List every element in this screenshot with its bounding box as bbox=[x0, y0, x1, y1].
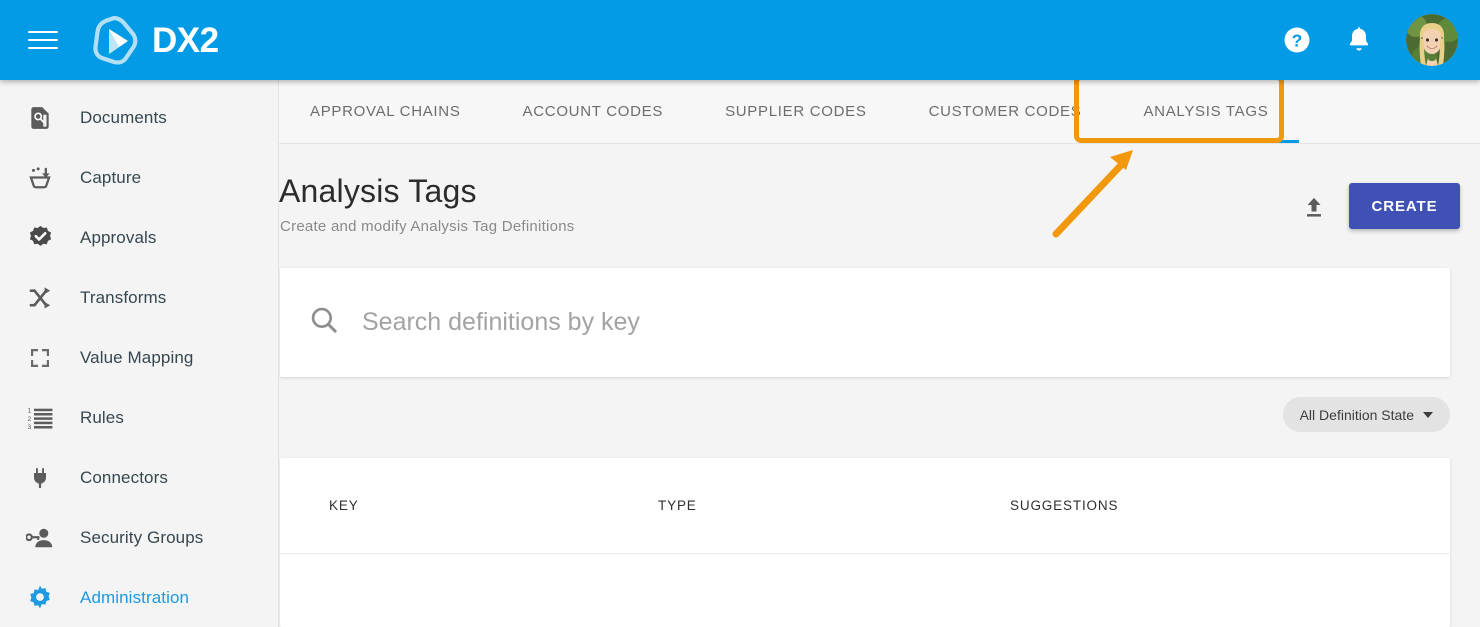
create-button[interactable]: CREATE bbox=[1349, 183, 1460, 229]
avatar-image bbox=[1406, 14, 1458, 66]
svg-text:?: ? bbox=[1292, 30, 1303, 50]
numbered-list-icon: 1 2 3 bbox=[24, 402, 56, 434]
dx2-logo-icon bbox=[88, 14, 140, 66]
hamburger-bar bbox=[28, 39, 58, 41]
tab-label: CUSTOMER CODES bbox=[929, 103, 1082, 120]
column-header-key[interactable]: KEY bbox=[302, 498, 658, 513]
brand-logo[interactable]: DX2 bbox=[88, 14, 219, 66]
search-icon bbox=[308, 304, 340, 341]
sidebar-item-label: Transforms bbox=[80, 288, 166, 308]
bell-icon[interactable] bbox=[1345, 25, 1373, 55]
compress-arrows-icon bbox=[24, 342, 56, 374]
sidebar-item-rules[interactable]: 1 2 3 Rules bbox=[0, 388, 278, 448]
tab-analysis-tags[interactable]: ANALYSIS TAGS bbox=[1112, 80, 1299, 143]
page-header: Analysis Tags Create and modify Analysis… bbox=[279, 144, 1480, 269]
hamburger-bar bbox=[28, 31, 58, 33]
sidebar-item-administration[interactable]: Administration bbox=[0, 568, 278, 627]
sidebar-item-label: Documents bbox=[80, 108, 167, 128]
tab-label: ANALYSIS TAGS bbox=[1143, 103, 1268, 120]
hamburger-menu-icon[interactable] bbox=[28, 27, 62, 53]
sidebar-item-transforms[interactable]: Transforms bbox=[0, 268, 278, 328]
capture-tray-icon bbox=[24, 162, 56, 194]
sidebar-item-connectors[interactable]: Connectors bbox=[0, 448, 278, 508]
filter-row: All Definition State bbox=[279, 397, 1450, 447]
key-person-icon bbox=[24, 522, 56, 554]
app-header: DX2 ? bbox=[0, 0, 1480, 80]
header-actions: ? bbox=[1282, 14, 1458, 66]
page-subtitle: Create and modify Analysis Tag Definitio… bbox=[280, 218, 575, 235]
definitions-table: KEY TYPE SUGGESTIONS bbox=[280, 458, 1450, 627]
table-header-row: KEY TYPE SUGGESTIONS bbox=[280, 458, 1450, 554]
tab-supplier-codes[interactable]: SUPPLIER CODES bbox=[694, 80, 898, 143]
svg-text:2: 2 bbox=[27, 416, 31, 423]
sidebar-item-capture[interactable]: Capture bbox=[0, 148, 278, 208]
tab-label: ACCOUNT CODES bbox=[523, 103, 664, 120]
sidebar-item-approvals[interactable]: Approvals bbox=[0, 208, 278, 268]
tab-customer-codes[interactable]: CUSTOMER CODES bbox=[898, 80, 1113, 143]
tab-label: SUPPLIER CODES bbox=[725, 103, 867, 120]
sidebar-item-label: Capture bbox=[80, 168, 141, 188]
chevron-down-icon bbox=[1423, 412, 1433, 418]
sidebar-nav: Documents Capture Approvals bbox=[0, 80, 279, 627]
tab-account-codes[interactable]: ACCOUNT CODES bbox=[492, 80, 695, 143]
filter-label: All Definition State bbox=[1300, 407, 1414, 423]
upload-icon[interactable] bbox=[1297, 191, 1331, 225]
definition-state-filter[interactable]: All Definition State bbox=[1283, 397, 1450, 432]
search-input[interactable] bbox=[362, 308, 1420, 337]
avatar[interactable] bbox=[1406, 14, 1458, 66]
main-content: Analysis Tags Create and modify Analysis… bbox=[279, 144, 1480, 627]
sidebar-item-documents[interactable]: Documents bbox=[0, 88, 278, 148]
hamburger-bar bbox=[28, 47, 58, 49]
settings-tab-bar: APPROVAL CHAINS ACCOUNT CODES SUPPLIER C… bbox=[279, 80, 1480, 144]
svg-text:1: 1 bbox=[27, 408, 31, 415]
shuffle-icon bbox=[24, 282, 56, 314]
sidebar-item-label: Administration bbox=[80, 588, 189, 608]
sidebar-item-security-groups[interactable]: Security Groups bbox=[0, 508, 278, 568]
gear-icon bbox=[24, 582, 56, 614]
tab-approval-chains[interactable]: APPROVAL CHAINS bbox=[279, 80, 492, 143]
column-header-suggestions[interactable]: SUGGESTIONS bbox=[1010, 498, 1410, 513]
sidebar-item-label: Connectors bbox=[80, 468, 168, 488]
column-header-type[interactable]: TYPE bbox=[658, 498, 1010, 513]
sidebar-item-label: Value Mapping bbox=[80, 348, 193, 368]
help-circle-icon[interactable]: ? bbox=[1282, 25, 1312, 55]
svg-text:3: 3 bbox=[27, 424, 31, 431]
document-search-icon bbox=[24, 102, 56, 134]
brand-name: DX2 bbox=[152, 23, 219, 58]
sidebar-item-value-mapping[interactable]: Value Mapping bbox=[0, 328, 278, 388]
page-title: Analysis Tags bbox=[279, 173, 477, 210]
sidebar-item-label: Rules bbox=[80, 408, 124, 428]
tab-label: APPROVAL CHAINS bbox=[310, 103, 461, 120]
badge-check-icon bbox=[24, 222, 56, 254]
search-card bbox=[280, 268, 1450, 377]
plug-icon bbox=[24, 462, 56, 494]
sidebar-item-label: Security Groups bbox=[80, 528, 203, 548]
sidebar-item-label: Approvals bbox=[80, 228, 157, 248]
